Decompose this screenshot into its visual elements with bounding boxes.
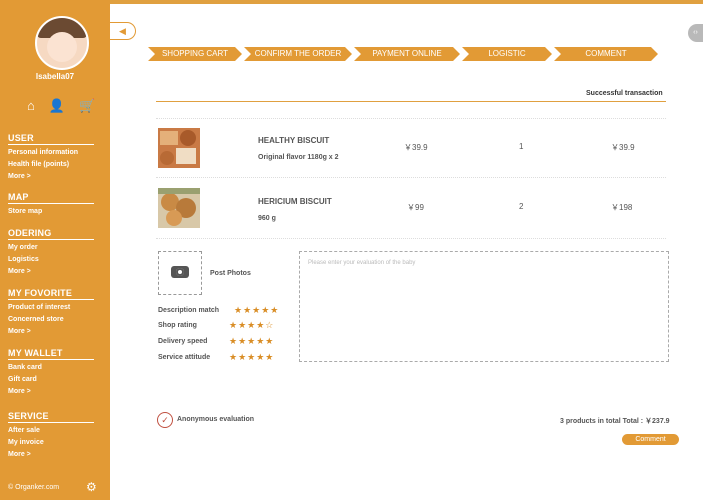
sidebar-item-gift-card[interactable]: Gift card: [8, 375, 37, 385]
product-price: ￥39.9: [404, 143, 428, 152]
order-total: 3 products in total Total : ￥237.9: [560, 418, 670, 425]
rating-label-service: Service attitude: [158, 354, 211, 361]
home-icon[interactable]: ⌂: [27, 98, 35, 114]
rating-label-delivery: Delivery speed: [158, 338, 208, 345]
divider: [156, 101, 666, 102]
section-title-user[interactable]: USER: [8, 133, 34, 143]
gear-icon[interactable]: ⚙: [86, 480, 97, 494]
step-logistic: LOGISTIC: [462, 47, 552, 61]
sidebar-item-user-more[interactable]: More >: [8, 172, 31, 182]
sidebar-item-personal-information[interactable]: Personal information: [8, 148, 78, 158]
product-subtotal: ￥198: [611, 203, 633, 212]
divider: [156, 177, 666, 178]
camera-icon: [171, 266, 189, 278]
upload-photo-button[interactable]: [158, 251, 202, 295]
rating-label-description: Description match: [158, 307, 220, 314]
sidebar-item-product-of-interest[interactable]: Product of interest: [8, 303, 70, 313]
avatar[interactable]: [35, 16, 89, 70]
section-title-ordering[interactable]: ODERING: [8, 228, 51, 238]
sidebar: Isabella07 ⌂ 👤 🛒 USER Personal informati…: [0, 0, 110, 500]
collapse-sidebar-button[interactable]: ◀: [110, 22, 136, 40]
comment-button[interactable]: Comment: [622, 434, 679, 445]
product-price: ￥99: [407, 203, 424, 212]
section-title-wallet[interactable]: MY WALLET: [8, 348, 63, 358]
step-comment: COMMENT: [554, 47, 658, 61]
product-image-healthy-biscuit[interactable]: [158, 128, 200, 168]
sidebar-item-my-invoice[interactable]: My invoice: [8, 438, 44, 448]
star-rating-delivery[interactable]: ★★★★★: [229, 336, 274, 347]
step-payment-online: PAYMENT ONLINE: [354, 47, 460, 61]
product-spec: Original flavor 1180g x 2: [258, 154, 339, 161]
order-progress-steps: SHOPPING CART CONFIRM THE ORDER PAYMENT …: [148, 47, 660, 61]
divider: [8, 299, 94, 300]
step-shopping-cart: SHOPPING CART: [148, 47, 242, 61]
sidebar-item-wallet-more[interactable]: More >: [8, 387, 31, 397]
sidebar-item-ordering-more[interactable]: More >: [8, 267, 31, 277]
section-title-favorite[interactable]: MY FOVORITE: [8, 288, 72, 298]
sidebar-item-concerned-store[interactable]: Concerned store: [8, 315, 64, 325]
avatar-face: [47, 32, 77, 62]
star-rating-service[interactable]: ★★★★★: [229, 352, 274, 363]
star-rating-description[interactable]: ★★★★★: [234, 305, 279, 316]
sidebar-item-after-sale[interactable]: After sale: [8, 426, 40, 436]
expand-panel-button[interactable]: ‹›: [688, 24, 703, 42]
sidebar-item-logistics[interactable]: Logistics: [8, 255, 39, 265]
divider: [8, 239, 94, 240]
evaluation-box: [299, 251, 669, 362]
username: Isabella07: [35, 72, 75, 81]
product-name: HEALTHY BISCUIT: [258, 136, 330, 145]
sidebar-item-bank-card[interactable]: Bank card: [8, 363, 42, 373]
divider: [8, 359, 94, 360]
divider: [8, 144, 94, 145]
post-photos-label: Post Photos: [210, 270, 251, 277]
star-rating-shop[interactable]: ★★★★☆: [229, 320, 274, 331]
sidebar-item-health-file[interactable]: Health file (points): [8, 160, 69, 170]
product-quantity: 1: [519, 142, 524, 151]
anonymous-label: Anonymous evaluation: [177, 416, 255, 423]
section-title-service[interactable]: SERVICE: [8, 411, 49, 421]
divider: [156, 238, 666, 239]
product-image-hericium-biscuit[interactable]: [158, 188, 200, 228]
cart-icon[interactable]: 🛒: [79, 98, 95, 114]
product-quantity: 2: [519, 202, 524, 211]
evaluation-input[interactable]: [300, 252, 668, 361]
divider: [156, 118, 666, 119]
sidebar-item-service-more[interactable]: More >: [8, 450, 31, 460]
product-spec: 960 g: [258, 215, 276, 222]
divider: [8, 203, 94, 204]
product-name: HERICIUM BISCUIT: [258, 197, 332, 206]
user-icon[interactable]: 👤: [49, 98, 65, 114]
sidebar-item-my-order[interactable]: My order: [8, 243, 38, 253]
divider: [8, 422, 94, 423]
product-subtotal: ￥39.9: [611, 143, 635, 152]
section-title-map[interactable]: MAP: [8, 192, 29, 202]
step-confirm-order: CONFIRM THE ORDER: [244, 47, 352, 61]
rating-label-shop: Shop rating: [158, 322, 197, 329]
transaction-status: Successful transaction: [586, 90, 663, 97]
anonymous-checkbox[interactable]: ✓: [157, 412, 173, 428]
quick-icons: ⌂ 👤 🛒: [27, 98, 95, 114]
sidebar-item-store-map[interactable]: Store map: [8, 207, 42, 217]
footer-copyright: © Organker.com: [8, 484, 60, 491]
sidebar-item-favorite-more[interactable]: More >: [8, 327, 31, 337]
